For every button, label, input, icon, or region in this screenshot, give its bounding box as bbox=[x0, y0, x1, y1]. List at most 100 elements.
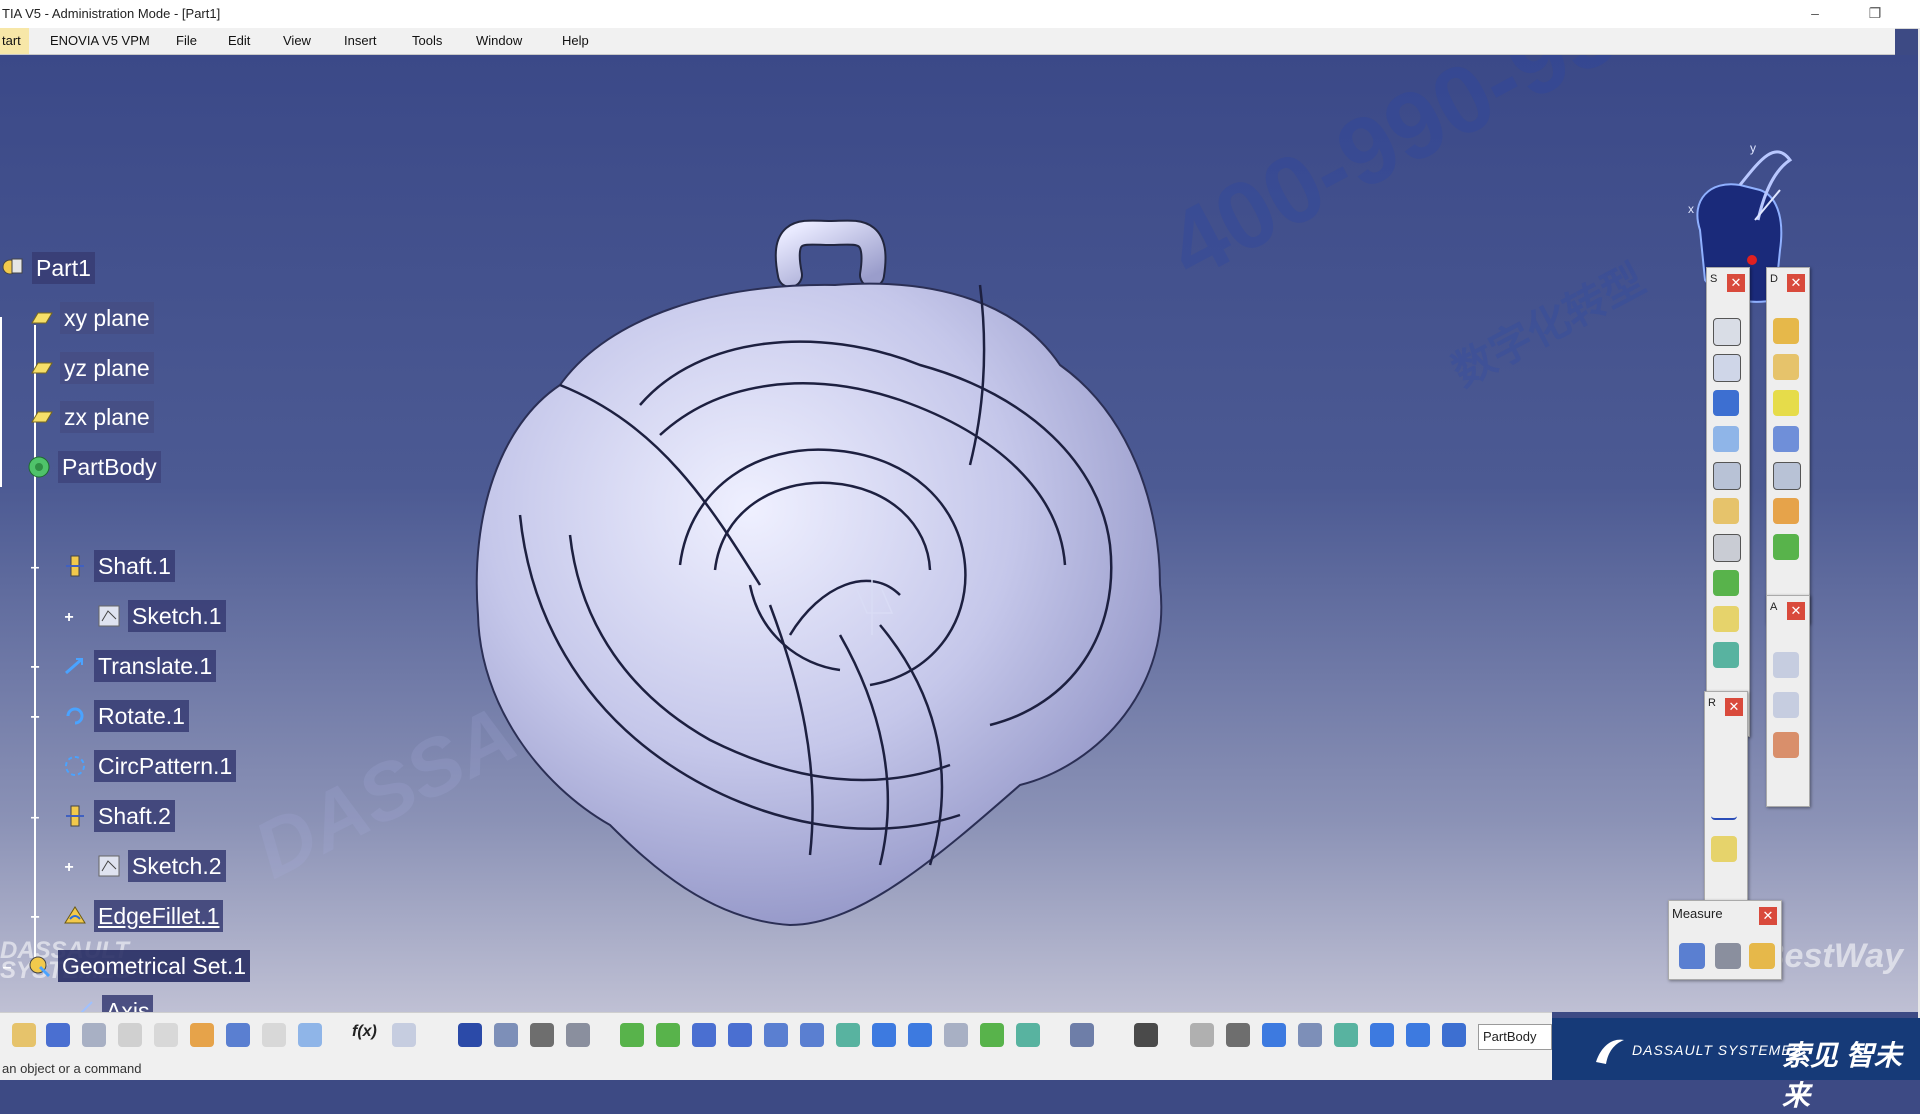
close-annotation-toolbar-button[interactable]: ✕ bbox=[1787, 602, 1805, 620]
menu-file[interactable]: File bbox=[176, 33, 197, 48]
flag-note-icon[interactable] bbox=[1773, 692, 1799, 718]
boolean-icon[interactable] bbox=[1370, 1023, 1394, 1047]
plane-tool-icon[interactable] bbox=[1711, 836, 1737, 862]
swap-space-icon[interactable] bbox=[1016, 1023, 1040, 1047]
snap-icon[interactable] bbox=[1190, 1023, 1214, 1047]
insert-body-icon[interactable] bbox=[1406, 1023, 1430, 1047]
undo-icon[interactable] bbox=[226, 1023, 250, 1047]
geometrical-set-tool-icon[interactable] bbox=[1442, 1023, 1466, 1047]
fly-mode-icon[interactable] bbox=[620, 1023, 644, 1047]
zoom-in-icon[interactable] bbox=[764, 1023, 788, 1047]
rib-icon[interactable] bbox=[1713, 498, 1739, 524]
normal-view-icon[interactable] bbox=[836, 1023, 860, 1047]
3d-viewport[interactable]: 400-990-9543 数字化转型 BestWay DASSAULT DASS… bbox=[0, 55, 1918, 1012]
menu-enovia[interactable]: ENOVIA V5 VPM bbox=[50, 33, 150, 48]
text-annotation-icon[interactable] bbox=[1773, 652, 1799, 678]
fit-all-icon[interactable] bbox=[656, 1023, 680, 1047]
print-icon[interactable] bbox=[82, 1023, 106, 1047]
expand-rotate1-icon[interactable]: + bbox=[28, 710, 42, 726]
menu-window[interactable]: Window bbox=[476, 33, 522, 48]
paste-icon[interactable] bbox=[190, 1023, 214, 1047]
line-icon[interactable] bbox=[1711, 792, 1737, 820]
stiffener-icon[interactable] bbox=[1713, 606, 1739, 632]
cut-icon[interactable] bbox=[118, 1023, 142, 1047]
draft-icon[interactable] bbox=[1773, 390, 1799, 416]
redo-icon[interactable] bbox=[262, 1023, 286, 1047]
minimize-button[interactable]: – bbox=[1795, 0, 1835, 28]
3d-annotation-icon[interactable] bbox=[1773, 732, 1799, 758]
collapse-shaft2-icon[interactable]: – bbox=[28, 810, 42, 826]
measure-between-icon[interactable] bbox=[1679, 943, 1705, 969]
zoom-out-icon[interactable] bbox=[800, 1023, 824, 1047]
specification-tree: Part1 xy plane yz plane zx plane PartBod… bbox=[0, 55, 560, 1012]
measure-item-icon[interactable] bbox=[1715, 943, 1741, 969]
close-reference-toolbar-button[interactable]: ✕ bbox=[1725, 698, 1743, 716]
apply-material-icon[interactable] bbox=[1070, 1023, 1094, 1047]
axis-system-icon[interactable] bbox=[1262, 1023, 1286, 1047]
menu-edit[interactable]: Edit bbox=[228, 33, 250, 48]
open-icon[interactable] bbox=[12, 1023, 36, 1047]
knowledge-icon[interactable] bbox=[494, 1023, 518, 1047]
tree-label-sketch2: Sketch.2 bbox=[128, 850, 226, 882]
thickness-icon[interactable] bbox=[1773, 462, 1801, 490]
restore-button[interactable]: ❐ bbox=[1855, 0, 1895, 28]
multi-section-solid-icon[interactable] bbox=[1713, 570, 1739, 596]
sketch-icon bbox=[98, 605, 120, 627]
menu-tools[interactable]: Tools bbox=[412, 33, 442, 48]
comment-icon[interactable] bbox=[392, 1023, 416, 1047]
capture-icon[interactable] bbox=[1134, 1023, 1158, 1047]
plane-icon bbox=[31, 362, 53, 374]
thread-icon[interactable] bbox=[1773, 498, 1799, 524]
tree-label-sketch1: Sketch.1 bbox=[128, 600, 226, 632]
expand-translate1-icon[interactable]: + bbox=[28, 660, 42, 676]
chamfer-icon[interactable] bbox=[1773, 354, 1799, 380]
body-icon[interactable] bbox=[1334, 1023, 1358, 1047]
help-icon[interactable] bbox=[298, 1023, 322, 1047]
hole-icon[interactable] bbox=[1713, 462, 1741, 490]
knot-pendant-model[interactable] bbox=[460, 165, 1260, 965]
solid-combine-icon[interactable] bbox=[1713, 642, 1739, 668]
tree-label-circpattern1: CircPattern.1 bbox=[94, 750, 237, 782]
update-icon[interactable] bbox=[566, 1023, 590, 1047]
menu-view[interactable]: View bbox=[283, 33, 311, 48]
analysis-icon[interactable] bbox=[1226, 1023, 1250, 1047]
shading-icon[interactable] bbox=[944, 1023, 968, 1047]
close-dressup-toolbar-button[interactable]: ✕ bbox=[1787, 274, 1805, 292]
pocket-icon[interactable] bbox=[1713, 426, 1739, 452]
grid-icon[interactable] bbox=[1298, 1023, 1322, 1047]
catalog-icon[interactable] bbox=[458, 1023, 482, 1047]
menu-insert[interactable]: Insert bbox=[344, 33, 377, 48]
expand-sketch2-icon[interactable]: + bbox=[62, 860, 76, 876]
close-measure-toolbar-button[interactable]: ✕ bbox=[1759, 907, 1777, 925]
shaft-icon bbox=[66, 805, 84, 827]
menu-start[interactable]: tart bbox=[0, 28, 29, 54]
expand-sketch1-icon[interactable]: + bbox=[62, 610, 76, 626]
shell-icon[interactable] bbox=[1773, 426, 1799, 452]
close-sketcher-toolbar-button[interactable]: ✕ bbox=[1727, 274, 1745, 292]
current-body-select[interactable]: PartBody bbox=[1478, 1024, 1552, 1050]
menu-help[interactable]: Help bbox=[562, 33, 589, 48]
save-icon[interactable] bbox=[46, 1023, 70, 1047]
collapse-shaft1-icon[interactable]: – bbox=[28, 560, 42, 576]
copy-icon[interactable] bbox=[154, 1023, 178, 1047]
pad-icon[interactable] bbox=[1713, 390, 1739, 416]
part-icon bbox=[2, 258, 23, 275]
edge-fillet-icon[interactable] bbox=[1773, 318, 1799, 344]
slot-icon[interactable] bbox=[1713, 534, 1741, 562]
formula-icon[interactable]: f(x) bbox=[352, 1023, 377, 1047]
measure-inertia-icon[interactable] bbox=[1749, 943, 1775, 969]
rotate-view-icon[interactable] bbox=[728, 1023, 752, 1047]
expand-edgefillet1-icon[interactable]: + bbox=[28, 910, 42, 926]
compass-y-label: y bbox=[1750, 141, 1756, 155]
sketch-tool-icon[interactable] bbox=[1713, 318, 1741, 346]
remove-face-icon[interactable] bbox=[1773, 534, 1799, 560]
multi-view-icon[interactable] bbox=[872, 1023, 896, 1047]
positioned-sketch-icon[interactable] bbox=[1713, 354, 1741, 382]
scan-icon[interactable] bbox=[530, 1023, 554, 1047]
hide-show-icon[interactable] bbox=[980, 1023, 1004, 1047]
collapse-geoset-icon[interactable]: – bbox=[0, 960, 14, 976]
tree-label-geometrical-set1: Geometrical Set.1 bbox=[58, 950, 251, 982]
point-icon[interactable] bbox=[1711, 748, 1737, 774]
iso-view-icon[interactable] bbox=[908, 1023, 932, 1047]
pan-icon[interactable] bbox=[692, 1023, 716, 1047]
